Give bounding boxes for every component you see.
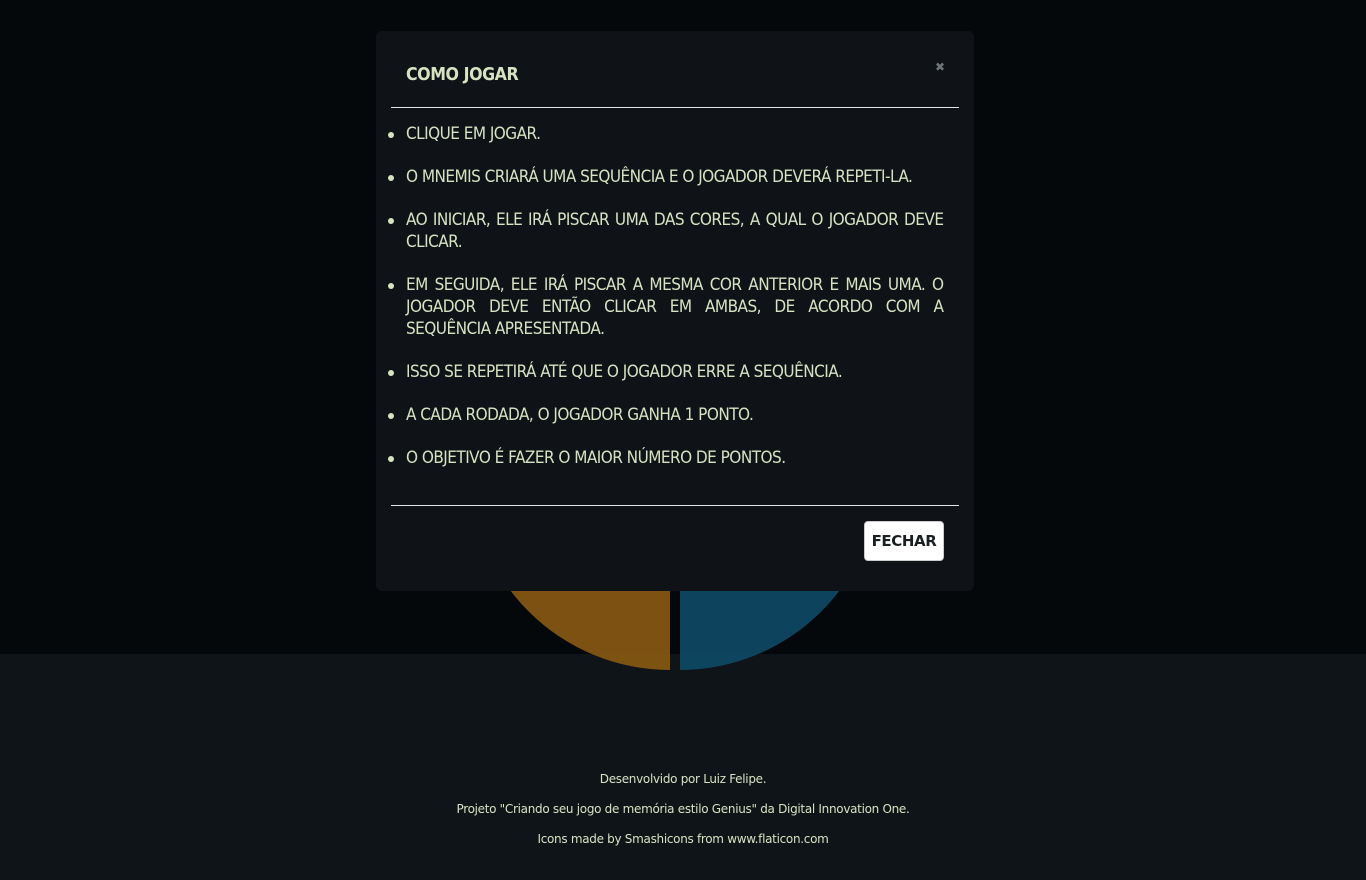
footer-icons-credit: Icons made by Smashicons from www.flatic…: [537, 832, 829, 846]
bullet-icon: [388, 370, 394, 376]
bullet-icon: [388, 132, 394, 138]
list-item: O MNEMIS CRIARÁ UMA SEQUÊNCIA E O JOGADO…: [388, 166, 944, 188]
bullet-icon: [388, 218, 394, 224]
bullet-icon: [388, 175, 394, 181]
modal-footer: FECHAR: [391, 505, 959, 591]
list-item: ISSO SE REPETIRÁ ATÉ QUE O JOGADOR ERRE …: [388, 361, 944, 383]
footer: Desenvolvido por Luiz Felipe. Projeto "C…: [0, 654, 1366, 880]
modal-title: COMO JOGAR: [406, 64, 519, 85]
bullet-icon: [388, 413, 394, 419]
list-item: A CADA RODADA, O JOGADOR GANHA 1 PONTO.: [388, 404, 944, 426]
bullet-icon: [388, 283, 394, 289]
modal-header: COMO JOGAR ✖: [391, 31, 959, 108]
footer-project: Projeto "Criando seu jogo de memória est…: [456, 802, 910, 816]
bullet-icon: [388, 456, 394, 462]
list-item: O OBJETIVO É FAZER O MAIOR NÚMERO DE PON…: [388, 447, 944, 469]
list-item: EM SEGUIDA, ELE IRÁ PISCAR A MESMA COR A…: [388, 274, 944, 340]
how-to-play-modal: COMO JOGAR ✖ CLIQUE EM JOGAR. O MNEMIS C…: [376, 31, 974, 591]
list-item: CLIQUE EM JOGAR.: [388, 123, 944, 145]
close-icon[interactable]: ✖: [935, 61, 947, 73]
rules-list: CLIQUE EM JOGAR. O MNEMIS CRIARÁ UMA SEQ…: [388, 123, 944, 490]
close-button[interactable]: FECHAR: [864, 521, 944, 561]
footer-credit: Desenvolvido por Luiz Felipe.: [599, 772, 767, 786]
list-item: AO INICIAR, ELE IRÁ PISCAR UMA DAS CORES…: [388, 209, 944, 253]
